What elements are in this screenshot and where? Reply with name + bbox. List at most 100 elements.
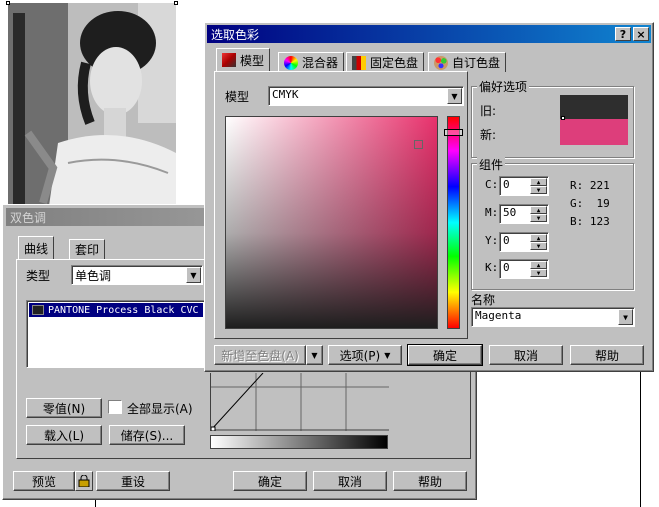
reset-button[interactable]: 重设 [96, 471, 170, 491]
chevron-down-icon: ▼ [384, 350, 391, 360]
button-label: 选项(P) [339, 348, 381, 363]
tab-label: 曲线 [24, 241, 49, 256]
button-label: 载入(L) [43, 428, 85, 443]
show-all-checkbox[interactable] [108, 400, 122, 414]
k-input[interactable]: 0 ▲ ▼ [499, 259, 549, 279]
lock-icon[interactable] [75, 471, 93, 491]
null-button[interactable]: 零值(N) [26, 398, 102, 418]
help-button[interactable]: 帮助 [570, 345, 644, 365]
cancel-button[interactable]: 取消 [489, 345, 563, 365]
g-value: 19 [596, 197, 610, 210]
ink-list[interactable]: PANTONE Process Black CVC [26, 300, 206, 368]
c-value: 0 [503, 178, 510, 191]
spin-up-icon[interactable]: ▲ [530, 206, 547, 214]
name-value: Magenta [475, 309, 522, 322]
selection-handle[interactable] [174, 1, 178, 5]
spin-up-icon[interactable]: ▲ [530, 178, 547, 186]
g-label: G: [570, 197, 584, 210]
spin-down-icon[interactable]: ▼ [530, 242, 547, 250]
ok-button[interactable]: 确定 [233, 471, 307, 491]
tab-custom-palette[interactable]: 自订色盘 [428, 52, 507, 72]
tab-label: 混合器 [302, 56, 339, 70]
model-icon [222, 53, 236, 67]
tab-overprint[interactable]: 套印 [69, 239, 106, 259]
preferences-title: 偏好选项 [477, 78, 530, 95]
tab-model[interactable]: 模型 [216, 48, 271, 71]
type-select[interactable]: 单色调 ▼ [71, 265, 203, 285]
list-item[interactable]: PANTONE Process Black CVC [29, 303, 203, 317]
color-field[interactable] [225, 116, 438, 329]
r-label: R: [570, 179, 584, 192]
type-value: 单色调 [75, 269, 112, 283]
m-value: 50 [503, 206, 517, 219]
color-wheel-icon [284, 55, 298, 70]
save-button[interactable]: 储存(S)... [109, 425, 185, 445]
b-value: 123 [589, 215, 610, 228]
color-picker-marker[interactable] [414, 140, 423, 149]
y-input[interactable]: 0 ▲ ▼ [499, 232, 549, 252]
button-label: 帮助 [594, 348, 619, 363]
curve-graph[interactable] [210, 372, 389, 432]
y-label: Y: [485, 234, 499, 247]
tab-label: 自订色盘 [452, 56, 501, 70]
hue-slider-handle[interactable] [444, 129, 463, 136]
hue-slider[interactable] [447, 116, 460, 329]
swatch-marker [561, 116, 565, 120]
add-to-palette-button[interactable]: 新增至色盘(A) [214, 345, 306, 365]
spin-down-icon[interactable]: ▼ [530, 214, 547, 222]
tab-mixer[interactable]: 混合器 [278, 52, 345, 72]
k-label: K: [485, 261, 499, 274]
show-all-label: 全部显示(A) [127, 402, 193, 416]
ink-name: PANTONE Process Black CVC [48, 304, 199, 316]
button-label: 预览 [31, 474, 56, 489]
spin-down-icon[interactable]: ▼ [530, 269, 547, 277]
model-value: CMYK [272, 88, 299, 101]
name-label: 名称 [471, 293, 496, 307]
k-value: 0 [503, 261, 510, 274]
help-glyph: ? [619, 27, 627, 41]
model-label: 模型 [225, 90, 250, 104]
tab-label: 套印 [75, 243, 100, 257]
new-color-label: 新: [480, 128, 497, 142]
cancel-button[interactable]: 取消 [313, 471, 387, 491]
selection-handle[interactable] [6, 1, 10, 5]
gradient-bar [210, 435, 388, 449]
close-glyph: × [636, 27, 646, 41]
c-input[interactable]: 0 ▲ ▼ [499, 176, 549, 196]
add-palette-dropdown[interactable]: ▼ [306, 345, 323, 365]
m-input[interactable]: 50 ▲ ▼ [499, 204, 549, 224]
preview-button[interactable]: 预览 [13, 471, 75, 491]
ink-swatch [32, 305, 44, 315]
tab-fixed-palette[interactable]: 固定色盘 [346, 52, 425, 72]
tab-curves[interactable]: 曲线 [18, 236, 55, 259]
spin-down-icon[interactable]: ▼ [530, 186, 547, 194]
color-dialog-titlebar[interactable]: 选取色彩 ? × [207, 25, 651, 43]
spin-up-icon[interactable]: ▲ [530, 234, 547, 242]
button-label: 新增至色盘(A) [221, 348, 299, 363]
ok-button[interactable]: 确定 [407, 344, 483, 366]
color-dialog: 选取色彩 ? × 模型 混合器 固定色盘 自订色盘 模型 CMYK ▼ 偏好选项… [204, 22, 654, 372]
spin-up-icon[interactable]: ▲ [530, 261, 547, 269]
model-select[interactable]: CMYK ▼ [268, 86, 464, 106]
name-select[interactable]: Magenta ▼ [471, 307, 635, 327]
chevron-down-icon[interactable]: ▼ [618, 309, 633, 325]
close-icon[interactable]: × [633, 27, 649, 41]
load-button[interactable]: 载入(L) [26, 425, 102, 445]
button-label: 零值(N) [42, 401, 86, 416]
m-label: M: [485, 206, 499, 219]
chevron-down-icon[interactable]: ▼ [186, 267, 201, 283]
chevron-down-icon[interactable]: ▼ [447, 88, 462, 104]
new-color-swatch [560, 116, 628, 145]
duotone-title: 双色调 [10, 210, 47, 225]
old-color-label: 旧: [480, 104, 497, 118]
swatch-book-icon [352, 55, 366, 70]
curve-grid [210, 372, 389, 432]
chevron-down-icon: ▼ [311, 350, 318, 360]
options-button[interactable]: 选项(P) ▼ [328, 345, 402, 365]
palette-icon [434, 55, 448, 70]
help-icon[interactable]: ? [615, 27, 631, 41]
r-value: 221 [589, 179, 610, 192]
c-label: C: [485, 178, 499, 191]
old-color-swatch [560, 95, 628, 119]
help-button[interactable]: 帮助 [393, 471, 467, 491]
